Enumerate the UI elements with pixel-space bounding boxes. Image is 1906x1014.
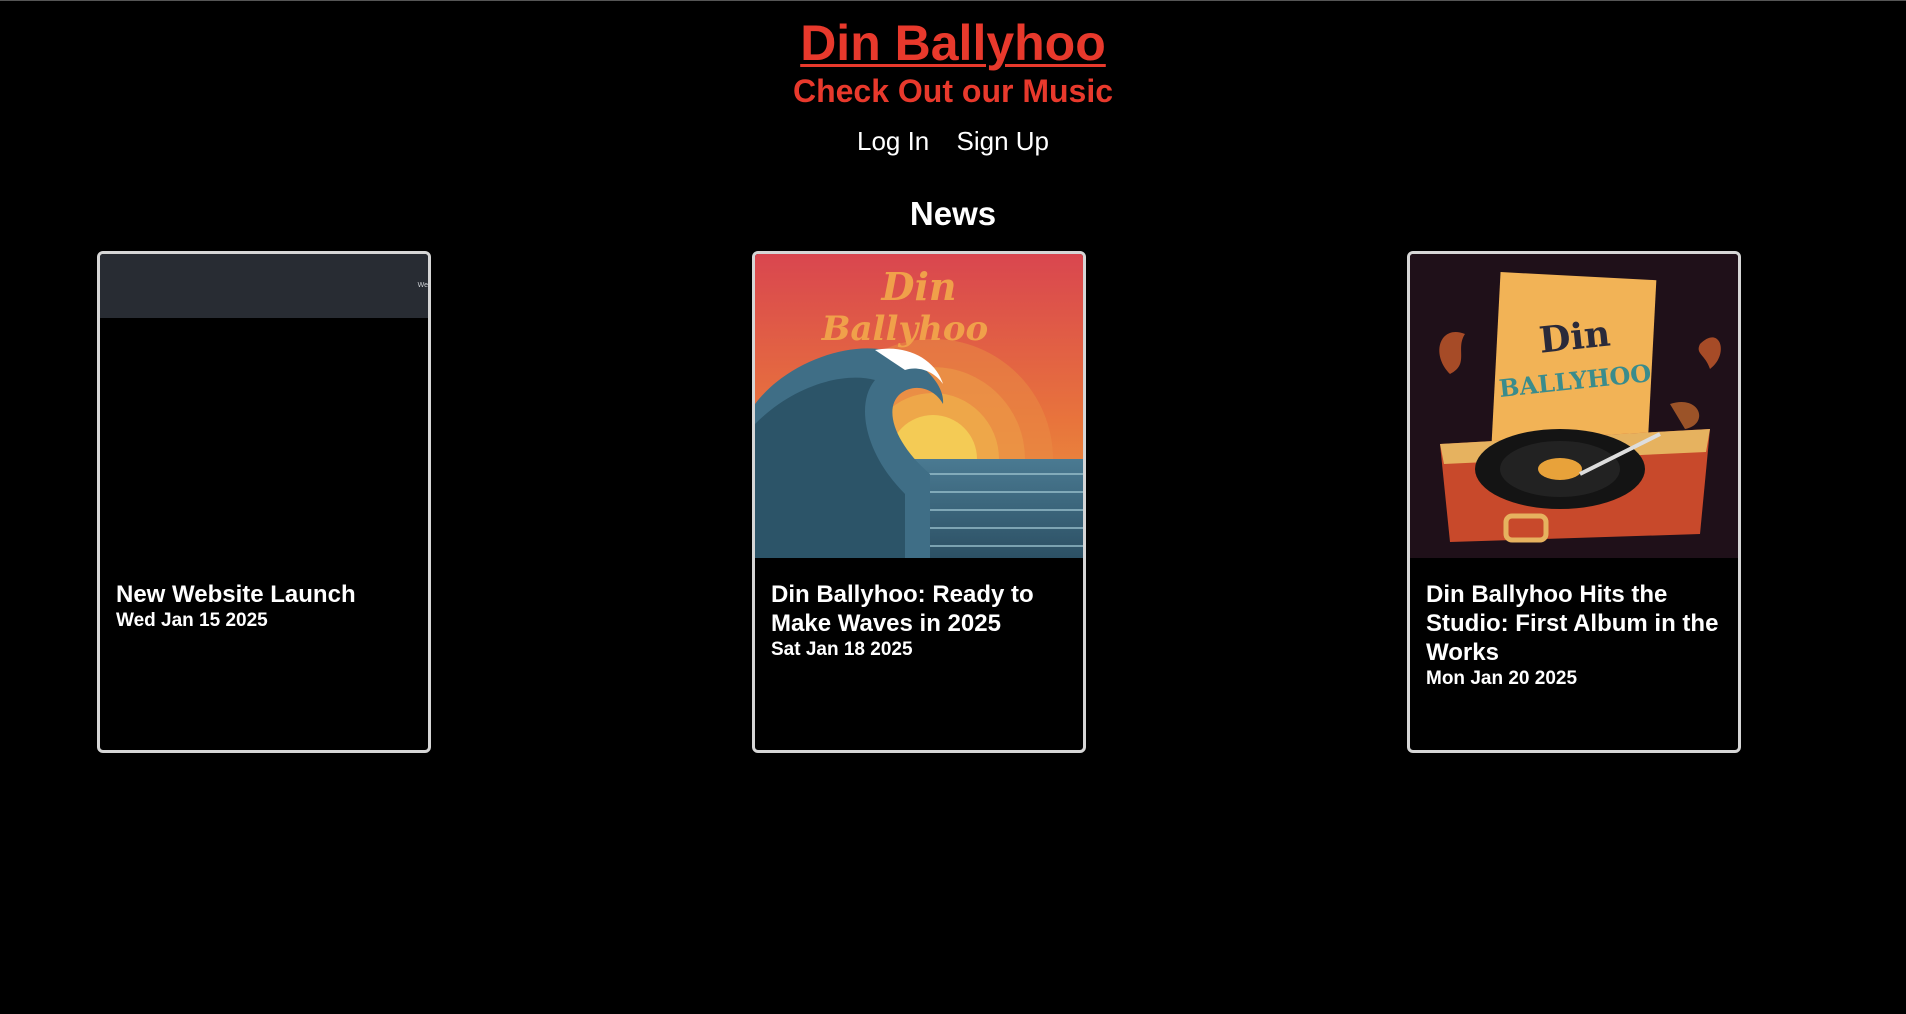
news-card-headline: Din Ballyhoo Hits the Studio: First Albu… [1426, 581, 1719, 666]
news-card-text: Din Ballyhoo Hits the Studio: First Albu… [1426, 580, 1722, 691]
tagline: Check Out our Music [792, 73, 1114, 109]
site-title: Din Ballyhoo [0, 15, 1906, 71]
site-title-link[interactable]: Din Ballyhoo [800, 15, 1106, 71]
auth-nav: Log In Sign Up [0, 125, 1906, 157]
login-link[interactable]: Log In [857, 126, 929, 156]
page: Din Ballyhoo Check Out our Music Log In … [0, 0, 1906, 1014]
svg-text:Ballyhoo: Ballyhoo [821, 309, 988, 349]
news-card-text: New Website Launch Wed Jan 15 2025 [116, 580, 412, 633]
website-preview-text: We [417, 282, 428, 289]
wave-artwork-image: Din Ballyhoo [755, 254, 1083, 558]
news-card[interactable]: Din Ballyhoo Din Ballyhoo: Ready to Make… [752, 251, 1086, 753]
record-player-artwork-image: Din BALLYHOO [1410, 254, 1738, 558]
news-card-text: Din Ballyhoo: Ready to Make Waves in 202… [771, 580, 1067, 662]
news-card[interactable]: We New Website Launch Wed Jan 15 2025 [97, 251, 431, 753]
news-card-headline: Din Ballyhoo: Ready to Make Waves in 202… [771, 581, 1034, 637]
svg-text:Din: Din [1537, 312, 1612, 361]
news-card-image: Din BALLYHOO [1410, 254, 1738, 558]
news-card-headline: New Website Launch [116, 581, 356, 608]
news-heading: News [909, 195, 997, 232]
news-card-image: We [100, 254, 428, 558]
news-card-date: Sat Jan 18 2025 [771, 639, 913, 660]
signup-link[interactable]: Sign Up [957, 126, 1050, 156]
news-card-image: Din Ballyhoo [755, 254, 1083, 558]
website-header-bar [100, 254, 428, 318]
svg-text:Din: Din [880, 264, 956, 309]
news-card[interactable]: Din BALLYHOO Din Ballyhoo Hits the Studi… [1407, 251, 1741, 753]
news-card-date: Mon Jan 20 2025 [1426, 668, 1578, 689]
news-card-date: Wed Jan 15 2025 [116, 610, 268, 631]
